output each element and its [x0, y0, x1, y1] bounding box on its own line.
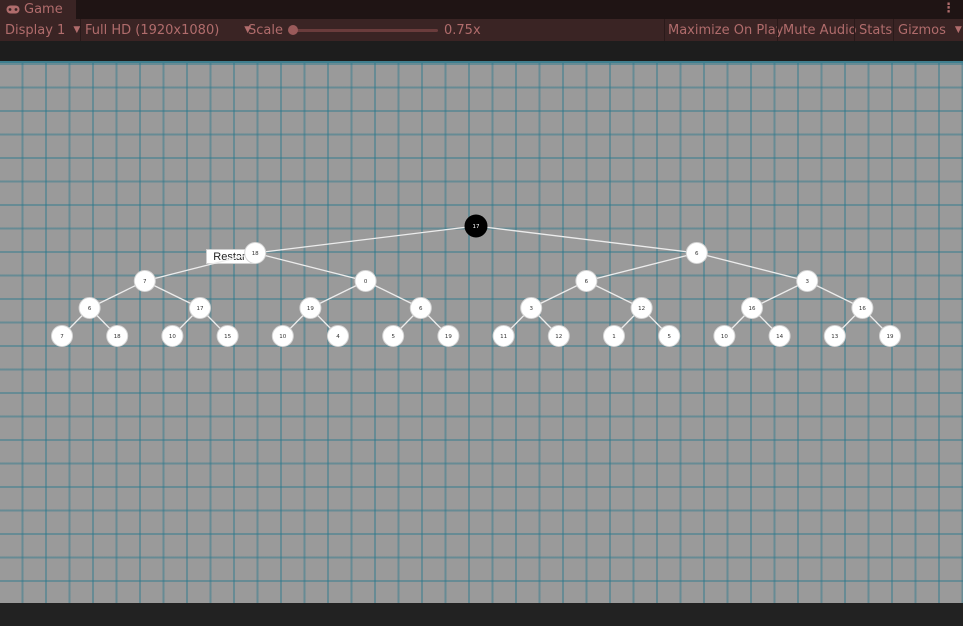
tree-node[interactable]: 6	[575, 270, 598, 292]
mute-audio-button[interactable]: Mute Audio	[779, 19, 861, 41]
tree-edge	[475, 225, 697, 254]
node-value: 1	[612, 334, 616, 340]
tree-node[interactable]: 6	[78, 297, 101, 319]
node-value: 10	[169, 334, 176, 340]
node-value: 19	[887, 334, 894, 340]
tree-node[interactable]: 12	[630, 297, 653, 319]
node-value: 12	[638, 306, 645, 312]
node-value: 16	[859, 306, 866, 312]
tree-root-node[interactable]: 17	[464, 214, 488, 238]
binary-tree: 1718 67 0 6 36 17 19 6 3 12 16 167 18 10 15 10 4 5 19 11 12 1…	[51, 214, 901, 347]
tree-node[interactable]: 11	[492, 325, 515, 347]
node-value: 19	[307, 306, 314, 312]
tree-node[interactable]: 13	[823, 325, 846, 347]
tree-node[interactable]: 7	[133, 270, 156, 292]
tree-node[interactable]: 0	[354, 270, 377, 292]
tree-node[interactable]: 4	[327, 325, 349, 347]
node-value: 13	[831, 334, 838, 340]
node-value: 5	[391, 334, 395, 340]
node-value: 17	[473, 224, 480, 230]
tree-edge	[144, 252, 256, 282]
node-value: 18	[252, 251, 259, 257]
tree-node[interactable]: 12	[547, 325, 570, 347]
node-value: 7	[60, 334, 64, 340]
tree-node[interactable]: 16	[741, 297, 763, 319]
tab-label: Game	[24, 2, 63, 17]
more-options-icon[interactable]: ⋮	[942, 2, 955, 16]
tree-node[interactable]: 17	[189, 297, 211, 319]
node-value: 10	[721, 334, 728, 340]
scale-label: Scale	[248, 22, 283, 38]
tree-node[interactable]: 10	[271, 325, 294, 347]
scale-slider-handle[interactable]	[288, 25, 298, 35]
tree-edge	[586, 252, 697, 282]
game-viewport[interactable]: Restart 17 18 6 7 0 6 3 6 17 19 6 3 12 16 16 7 18 10 15 10 4…	[0, 61, 963, 603]
gizmos-dropdown[interactable]: Gizmos ▼	[894, 19, 963, 41]
tree-node[interactable]: 19	[437, 325, 460, 347]
node-value: 5	[667, 334, 671, 340]
node-value: 3	[805, 279, 809, 285]
tree-node[interactable]: 19	[879, 325, 901, 347]
node-value: 10	[279, 334, 286, 340]
node-value: 3	[529, 306, 533, 312]
tree-edge	[696, 252, 808, 282]
maximize-on-play-button[interactable]: Maximize On Play	[664, 19, 787, 41]
tree-node[interactable]: 6	[409, 297, 432, 319]
node-value: 19	[445, 334, 452, 340]
node-value: 11	[500, 334, 507, 340]
tree-node[interactable]: 18	[244, 242, 267, 264]
tree-node[interactable]: 6	[685, 242, 708, 264]
tree-node[interactable]: 16	[851, 297, 874, 319]
tree-edge	[255, 225, 477, 254]
tree-edge	[255, 252, 366, 282]
node-value: 6	[419, 306, 423, 312]
stats-button[interactable]: Stats	[855, 19, 896, 41]
chevron-down-icon: ▼	[954, 25, 962, 35]
display-label: Display 1	[5, 22, 66, 38]
tree-node[interactable]: 5	[382, 325, 405, 347]
tree-node[interactable]: 15	[216, 325, 239, 347]
tree-node[interactable]: 5	[658, 325, 681, 347]
tree-node[interactable]: 14	[768, 325, 791, 347]
divider	[777, 19, 778, 41]
node-value: 18	[114, 334, 121, 340]
node-value: 14	[776, 334, 783, 340]
tree-node[interactable]: 3	[520, 297, 543, 319]
node-value: 0	[364, 279, 368, 285]
tree-node[interactable]: 3	[796, 270, 819, 292]
node-value: 6	[695, 251, 699, 257]
tree-node[interactable]: 7	[51, 325, 73, 347]
node-value: 4	[336, 334, 340, 340]
tree-node[interactable]: 18	[106, 325, 129, 347]
gamepad-icon	[6, 5, 20, 14]
gizmos-label: Gizmos	[898, 22, 946, 38]
node-value: 12	[555, 334, 562, 340]
node-value: 16	[749, 306, 756, 312]
tree-node[interactable]: 10	[713, 325, 736, 347]
node-value: 17	[197, 306, 204, 312]
node-value: 6	[585, 279, 589, 285]
viewport-border	[0, 61, 963, 63]
tree-node[interactable]: 10	[161, 325, 184, 347]
tab-game[interactable]: Game	[0, 0, 76, 19]
viewport-header-strip	[0, 41, 963, 61]
node-value: 7	[143, 279, 147, 285]
resolution-dropdown[interactable]: Full HD (1920x1080) ▼	[85, 19, 251, 41]
divider	[80, 19, 81, 41]
node-value: 15	[224, 334, 231, 340]
node-value: 6	[88, 306, 92, 312]
scale-value: 0.75x	[444, 22, 481, 38]
bottom-bar	[0, 603, 963, 626]
tree-node[interactable]: 1	[603, 325, 625, 347]
resolution-label: Full HD (1920x1080)	[85, 22, 220, 38]
scale-slider-track[interactable]	[292, 29, 438, 32]
tree-node[interactable]: 19	[299, 297, 322, 319]
display-dropdown[interactable]: Display 1 ▼	[5, 19, 80, 41]
tab-bar: Game ⋮	[0, 0, 963, 19]
